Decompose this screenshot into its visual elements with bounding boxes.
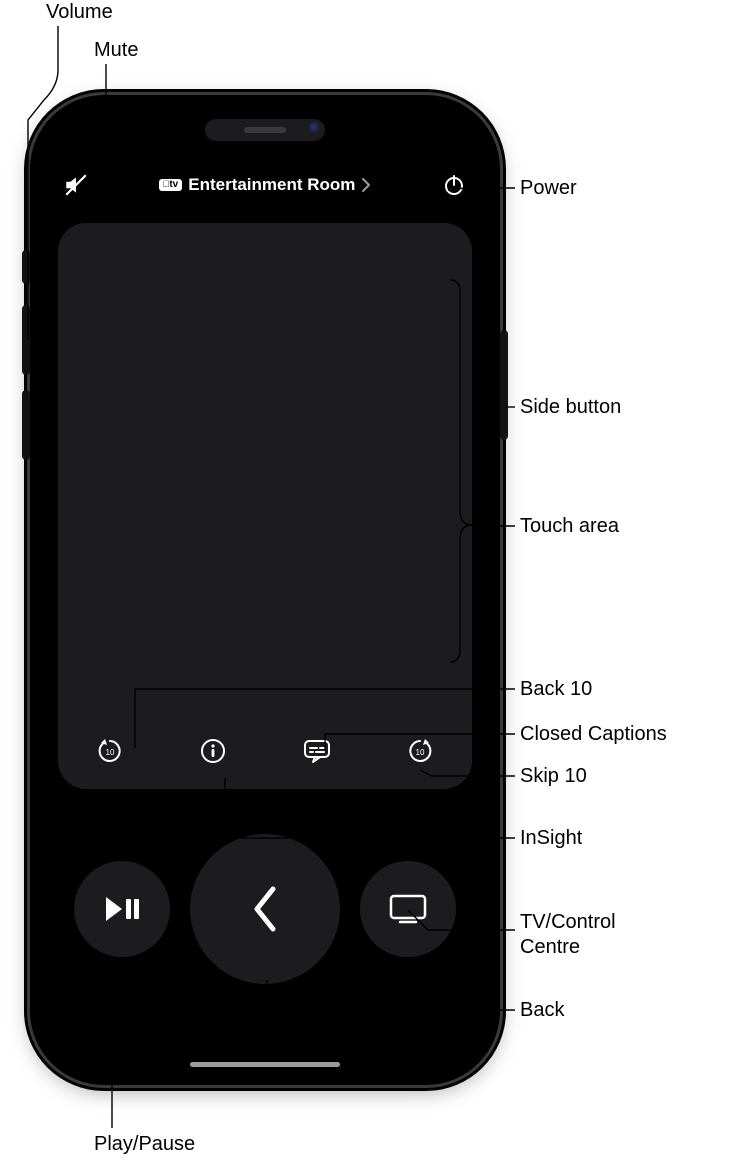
device-name: Entertainment Room: [188, 175, 355, 195]
tv-icon: [387, 892, 429, 926]
label-back: Back: [520, 998, 564, 1023]
label-mute: Mute: [94, 38, 138, 63]
dynamic-island: [205, 119, 325, 141]
svg-text:10: 10: [105, 748, 114, 757]
label-play-pause: Play/Pause: [94, 1132, 195, 1157]
volume-up-key[interactable]: [22, 305, 30, 375]
diagram-stage: tv Entertainment Room: [0, 0, 739, 1165]
info-icon: [199, 737, 227, 765]
touch-area[interactable]: 10: [58, 223, 472, 789]
side-button[interactable]: [500, 330, 508, 440]
label-tv-control-centre: TV/Control Centre: [520, 910, 616, 960]
mute-icon: [63, 172, 89, 198]
ring-silent-switch[interactable]: [22, 250, 30, 284]
label-volume: Volume: [46, 0, 113, 25]
menu-back-button[interactable]: [190, 834, 340, 984]
insight-button[interactable]: [195, 733, 231, 769]
phone-chassis: tv Entertainment Room: [30, 95, 500, 1085]
play-pause-button[interactable]: [74, 861, 170, 957]
closed-captions-icon: [302, 737, 332, 765]
mute-button[interactable]: [58, 167, 94, 203]
label-power: Power: [520, 176, 577, 201]
power-icon: [442, 173, 466, 197]
home-indicator[interactable]: [190, 1062, 340, 1067]
closed-captions-button[interactable]: [299, 733, 335, 769]
label-closed-captions: Closed Captions: [520, 722, 667, 747]
label-skip-10: Skip 10: [520, 764, 587, 789]
touchpad-secondary-row: 10: [58, 731, 472, 771]
label-side-button: Side button: [520, 395, 621, 420]
chevron-left-icon: [247, 883, 283, 935]
skip-10-button[interactable]: 10: [402, 733, 438, 769]
remote-screen: tv Entertainment Room: [50, 165, 480, 1045]
volume-down-key[interactable]: [22, 390, 30, 460]
tv-control-centre-button[interactable]: [360, 861, 456, 957]
front-camera: [309, 122, 321, 134]
label-insight: InSight: [520, 826, 582, 851]
apple-tv-badge: tv: [159, 179, 183, 191]
play-pause-icon: [102, 891, 142, 927]
device-selector[interactable]: tv Entertainment Room: [159, 175, 372, 195]
label-touch-area: Touch area: [520, 514, 619, 539]
bottom-controls: [50, 829, 480, 989]
label-back-10: Back 10: [520, 677, 592, 702]
back-10-icon: 10: [95, 736, 125, 766]
remote-topbar: tv Entertainment Room: [50, 165, 480, 205]
skip-10-icon: 10: [405, 736, 435, 766]
chevron-right-icon: [361, 177, 371, 193]
back-10-button[interactable]: 10: [92, 733, 128, 769]
power-button[interactable]: [436, 167, 472, 203]
svg-text:10: 10: [416, 748, 425, 757]
